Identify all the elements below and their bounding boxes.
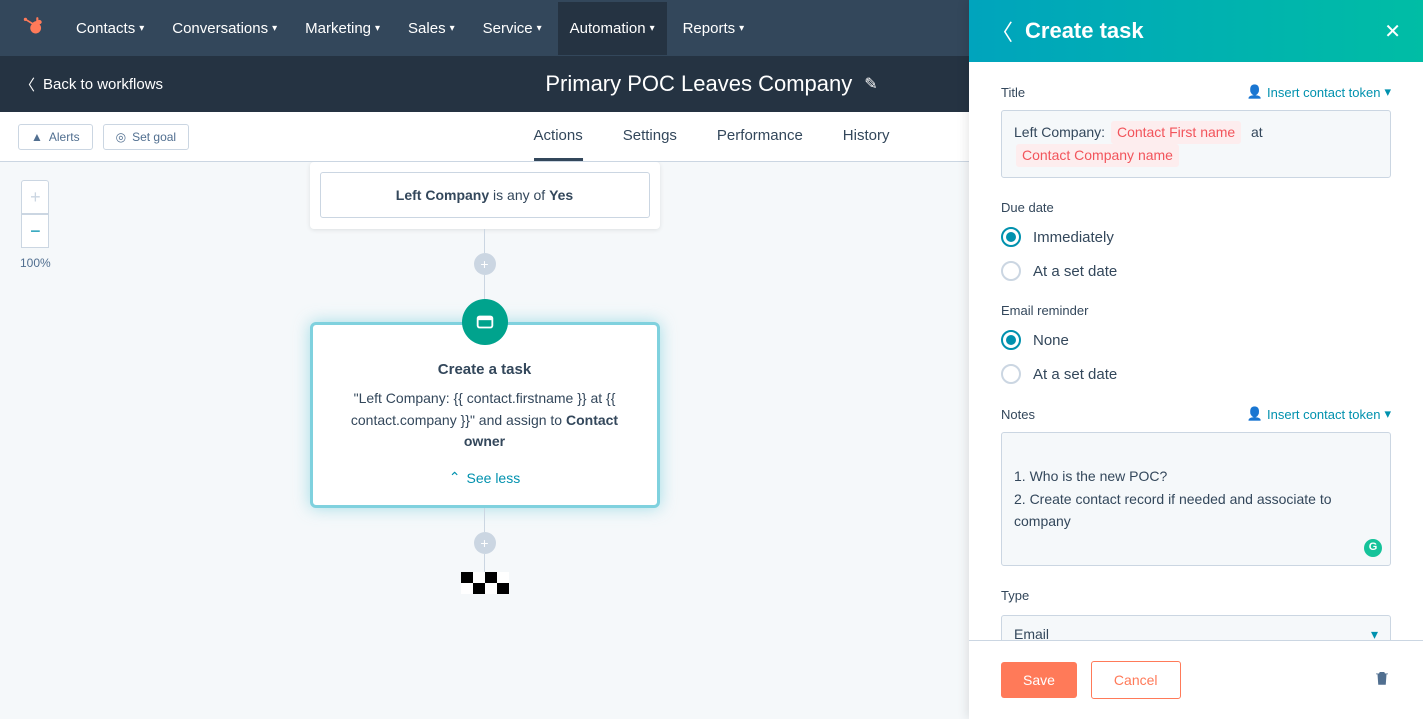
task-action-icon: [462, 299, 508, 345]
nav-conversations[interactable]: Conversations▾: [172, 2, 277, 55]
email-reminder-label: Email reminder: [1001, 303, 1391, 318]
chevron-down-icon: ▾: [650, 23, 655, 34]
finish-flag-icon: [461, 572, 509, 594]
token-contact-company[interactable]: Contact Company name: [1016, 144, 1179, 167]
close-icon[interactable]: ✕: [1384, 19, 1401, 44]
radio-icon: [1001, 330, 1021, 350]
set-goal-button[interactable]: ◎Set goal: [103, 124, 190, 150]
radio-icon: [1001, 227, 1021, 247]
chevron-down-icon: ▾: [1371, 626, 1378, 640]
trigger-card[interactable]: Left Company is any of Yes: [310, 162, 660, 229]
type-select[interactable]: Email ▾: [1001, 615, 1391, 640]
task-title-input[interactable]: Left Company: Contact First name at Cont…: [1001, 110, 1391, 178]
connector-line: [484, 275, 485, 299]
nav-contacts[interactable]: Contacts▾: [76, 2, 144, 55]
pencil-icon[interactable]: ✎: [864, 74, 877, 94]
chevron-down-icon: ▾: [537, 23, 542, 34]
radio-icon: [1001, 364, 1021, 384]
person-icon: 👤: [1247, 406, 1263, 422]
trigger-property: Left Company: [396, 187, 489, 203]
tab-history[interactable]: History: [843, 112, 890, 161]
tab-performance[interactable]: Performance: [717, 112, 803, 161]
zoom-out-button[interactable]: −: [21, 214, 49, 248]
nav-marketing[interactable]: Marketing▾: [305, 2, 380, 55]
chevron-down-icon: ▾: [1384, 84, 1391, 100]
chevron-down-icon: ▾: [139, 23, 144, 34]
create-task-action-card[interactable]: Create a task "Left Company: {{ contact.…: [310, 322, 660, 508]
reminder-set-date-radio[interactable]: At a set date: [1001, 364, 1391, 384]
cancel-button[interactable]: Cancel: [1091, 661, 1181, 699]
panel-body: Title 👤 Insert contact token ▾ Left Comp…: [969, 62, 1423, 640]
grammarly-icon[interactable]: G: [1364, 539, 1382, 557]
workflow-tabs: Actions Settings Performance History: [534, 112, 890, 161]
save-button[interactable]: Save: [1001, 662, 1077, 698]
hubspot-logo-icon[interactable]: [20, 15, 46, 41]
workflow-canvas[interactable]: + − 100% Left Company is any of Yes + Cr…: [0, 162, 969, 719]
nav-service[interactable]: Service▾: [483, 2, 542, 55]
tab-settings[interactable]: Settings: [623, 112, 677, 161]
chevron-left-icon: 〈: [20, 74, 35, 95]
notes-input[interactable]: 1. Who is the new POC? 2. Create contact…: [1001, 432, 1391, 566]
delete-button[interactable]: [1373, 668, 1391, 693]
add-step-button[interactable]: +: [474, 532, 496, 554]
reminder-none-radio[interactable]: None: [1001, 330, 1391, 350]
chevron-down-icon: ▾: [1384, 406, 1391, 422]
warning-icon: ▲: [31, 130, 43, 144]
chevron-down-icon: ▾: [450, 23, 455, 34]
connector-line: [484, 508, 485, 532]
back-to-workflows-link[interactable]: 〈 Back to workflows: [20, 74, 163, 95]
person-icon: 👤: [1247, 84, 1263, 100]
notes-label: Notes: [1001, 407, 1035, 422]
add-step-button[interactable]: +: [474, 253, 496, 275]
workflow-title: Primary POC Leaves Company ✎: [545, 71, 877, 97]
insert-token-link[interactable]: 👤 Insert contact token ▾: [1247, 84, 1391, 100]
connector-line: [484, 229, 485, 253]
type-label: Type: [1001, 588, 1391, 603]
panel-back-button[interactable]: 〈: [991, 15, 1013, 47]
see-less-toggle[interactable]: ⌃ See less: [449, 469, 520, 486]
target-icon: ◎: [116, 130, 126, 144]
workflow-flow: Left Company is any of Yes + Create a ta…: [310, 162, 660, 594]
nav-items: Contacts▾ Conversations▾ Marketing▾ Sale…: [76, 2, 744, 55]
chevron-up-icon: ⌃: [449, 469, 461, 486]
insert-token-link[interactable]: 👤 Insert contact token ▾: [1247, 406, 1391, 422]
chevron-down-icon: ▾: [375, 23, 380, 34]
radio-icon: [1001, 261, 1021, 281]
due-date-label: Due date: [1001, 200, 1391, 215]
due-set-date-radio[interactable]: At a set date: [1001, 261, 1391, 281]
due-immediately-radio[interactable]: Immediately: [1001, 227, 1391, 247]
title-field-label: Title: [1001, 85, 1025, 100]
panel-footer: Save Cancel: [969, 640, 1423, 719]
nav-automation[interactable]: Automation▾: [558, 2, 667, 55]
panel-header: 〈 Create task ✕: [969, 0, 1423, 62]
trigger-operator: is any of: [489, 187, 549, 203]
tab-actions[interactable]: Actions: [534, 112, 583, 161]
chevron-down-icon: ▾: [739, 23, 744, 34]
zoom-percent: 100%: [20, 256, 51, 270]
action-card-body: "Left Company: {{ contact.firstname }} a…: [335, 388, 635, 453]
panel-title: Create task: [1025, 18, 1372, 44]
chevron-down-icon: ▾: [272, 23, 277, 34]
connector-line: [484, 554, 485, 572]
trigger-value: Yes: [549, 187, 573, 203]
token-contact-firstname[interactable]: Contact First name: [1111, 121, 1241, 144]
create-task-panel: 〈 Create task ✕ Title 👤 Insert contact t…: [969, 0, 1423, 719]
zoom-controls: + − 100%: [20, 180, 51, 270]
nav-sales[interactable]: Sales▾: [408, 2, 455, 55]
nav-reports[interactable]: Reports▾: [683, 2, 745, 55]
alerts-button[interactable]: ▲Alerts: [18, 124, 93, 150]
trash-icon: [1373, 668, 1391, 688]
action-card-title: Create a task: [335, 361, 635, 378]
zoom-in-button[interactable]: +: [21, 180, 49, 214]
